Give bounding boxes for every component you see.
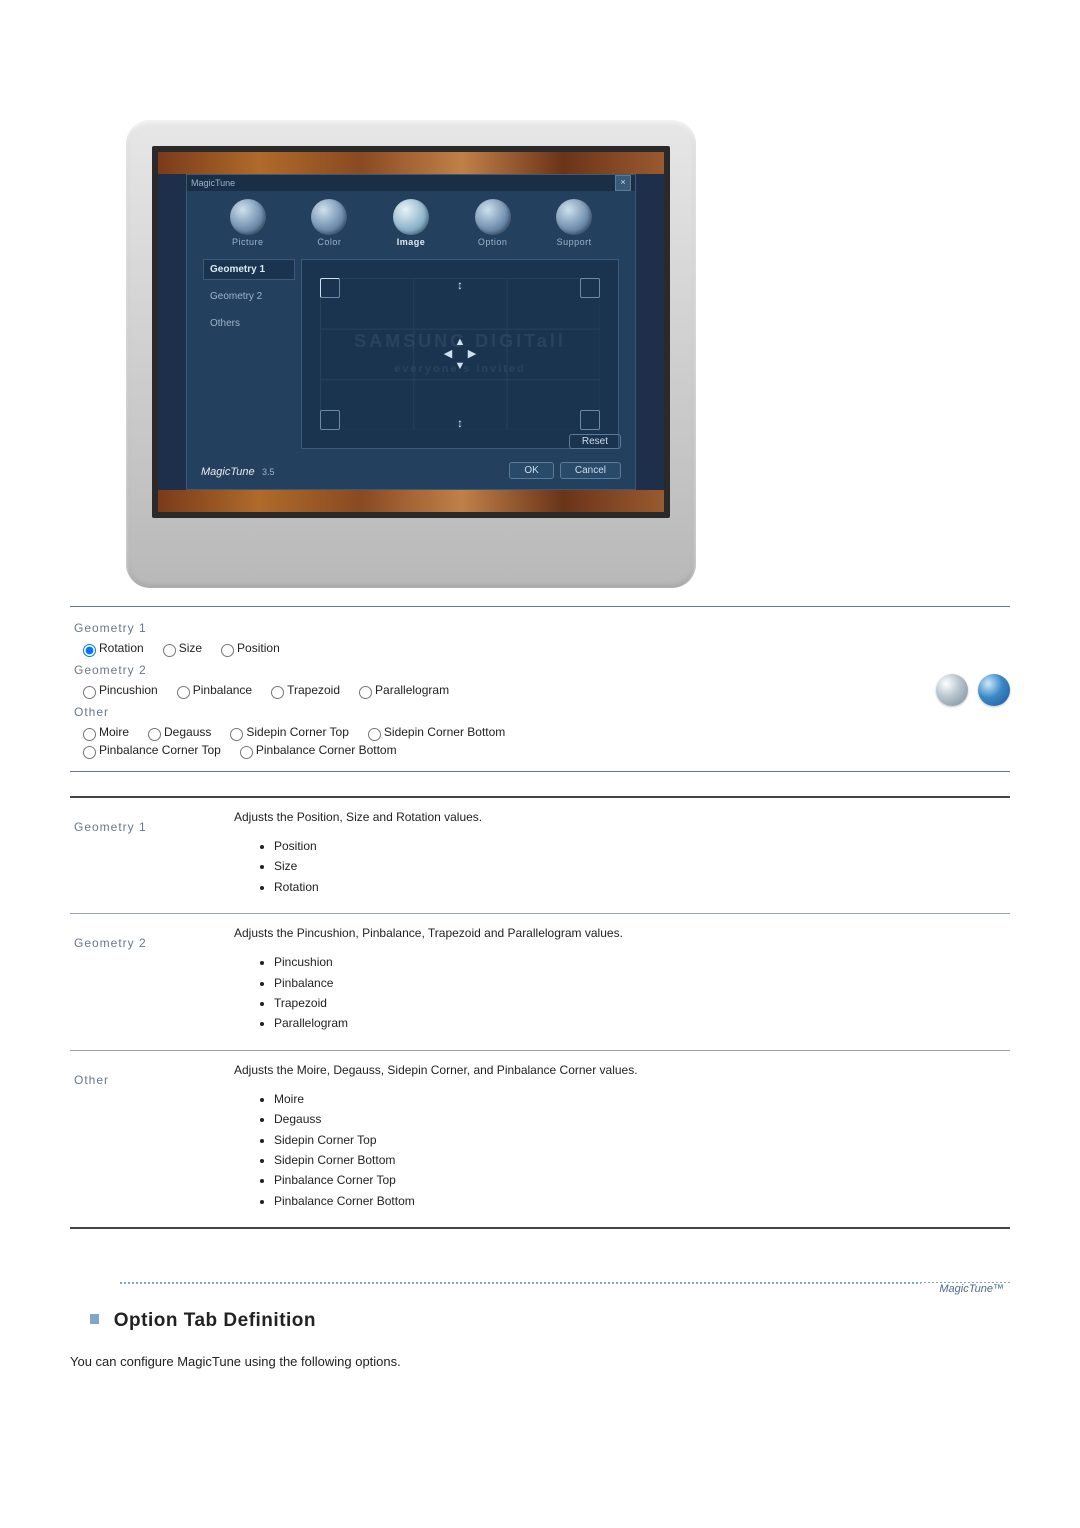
reset-button[interactable]: Reset (569, 434, 621, 449)
version-label: 3.5 (262, 467, 275, 477)
desc-item: Trapezoid (274, 993, 1004, 1013)
desc-label: Geometry 2 (70, 914, 214, 1050)
cancel-button[interactable]: Cancel (560, 462, 621, 479)
image-icon (393, 199, 429, 235)
side-tab-geometry-1[interactable]: Geometry 1 (203, 259, 295, 280)
support-icon (556, 199, 592, 235)
nav-next-icon[interactable] (978, 674, 1010, 706)
desc-item: Pincushion (274, 952, 1004, 972)
desc-label: Other (70, 1051, 214, 1227)
radio-sidepin-corner-top[interactable]: Sidepin Corner Top (225, 725, 349, 739)
radio-degauss[interactable]: Degauss (143, 725, 211, 739)
magictune-mark: MagicTune™ (921, 1283, 1010, 1295)
radio-pinbalance-corner-top[interactable]: Pinbalance Corner Top (78, 743, 221, 757)
radio-pinbalance-corner-bottom[interactable]: Pinbalance Corner Bottom (235, 743, 397, 757)
desc-item: Rotation (274, 877, 1004, 897)
radio-position[interactable]: Position (216, 641, 280, 655)
radio-sidepin-corner-bottom[interactable]: Sidepin Corner Bottom (363, 725, 505, 739)
desc-item: Parallelogram (274, 1013, 1004, 1033)
desc-item: Sidepin Corner Top (274, 1130, 1004, 1150)
desc-item: Size (274, 856, 1004, 876)
desc-item: Degauss (274, 1109, 1004, 1129)
desc-item: Pinbalance Corner Bottom (274, 1191, 1004, 1211)
geometry-preview: SAMSUNG DIGITall everyone's invited ↕ ↕ (301, 259, 619, 449)
radio-trapezoid[interactable]: Trapezoid (266, 683, 340, 697)
radio-moire[interactable]: Moire (78, 725, 129, 739)
tab-picture[interactable]: Picture (213, 199, 283, 247)
section-heading: Option Tab Definition (90, 1310, 1010, 1332)
square-bullet-icon (90, 1314, 100, 1324)
handle-top-left[interactable] (320, 278, 340, 298)
app-title: MagicTune (191, 175, 235, 191)
center-pad[interactable]: ▲ ◀▶ ▼ (442, 336, 478, 372)
radio-size[interactable]: Size (158, 641, 202, 655)
desc-item: Position (274, 836, 1004, 856)
handle-bottom-left[interactable] (320, 410, 340, 430)
close-icon[interactable]: × (615, 175, 631, 191)
desc-item: Moire (274, 1089, 1004, 1109)
desc-item: Pinbalance (274, 973, 1004, 993)
radio-pincushion[interactable]: Pincushion (78, 683, 158, 697)
option-icon (475, 199, 511, 235)
color-icon (311, 199, 347, 235)
group-title: Other (74, 705, 644, 719)
radio-pinbalance[interactable]: Pinbalance (172, 683, 252, 697)
desc-label: Geometry 1 (70, 798, 214, 913)
magictune-window: MagicTune × PictureColorImageOptionSuppo… (186, 174, 636, 490)
tab-color[interactable]: Color (294, 199, 364, 247)
monitor-figure: MagicTune × PictureColorImageOptionSuppo… (126, 120, 696, 588)
side-tab-geometry-2[interactable]: Geometry 2 (203, 286, 295, 307)
group-title: Geometry 1 (74, 621, 644, 635)
arrow-up-icon[interactable]: ↕ (453, 278, 467, 292)
tab-support[interactable]: Support (539, 199, 609, 247)
side-tab-others[interactable]: Others (203, 313, 295, 334)
radio-parallelogram[interactable]: Parallelogram (354, 683, 449, 697)
nav-prev-icon[interactable] (936, 674, 968, 706)
section-subtext: You can configure MagicTune using the fo… (70, 1354, 1010, 1369)
tab-image[interactable]: Image (376, 199, 446, 247)
tab-option[interactable]: Option (458, 199, 528, 247)
handle-top-right[interactable] (580, 278, 600, 298)
desc-item: Sidepin Corner Bottom (274, 1150, 1004, 1170)
ok-button[interactable]: OK (509, 462, 553, 479)
radio-rotation[interactable]: Rotation (78, 641, 144, 655)
picture-icon (230, 199, 266, 235)
group-title: Geometry 2 (74, 663, 644, 677)
handle-bottom-right[interactable] (580, 410, 600, 430)
desc-item: Pinbalance Corner Top (274, 1170, 1004, 1190)
arrow-down-icon[interactable]: ↕ (453, 416, 467, 430)
magictune-logo: MagicTune (201, 466, 255, 478)
